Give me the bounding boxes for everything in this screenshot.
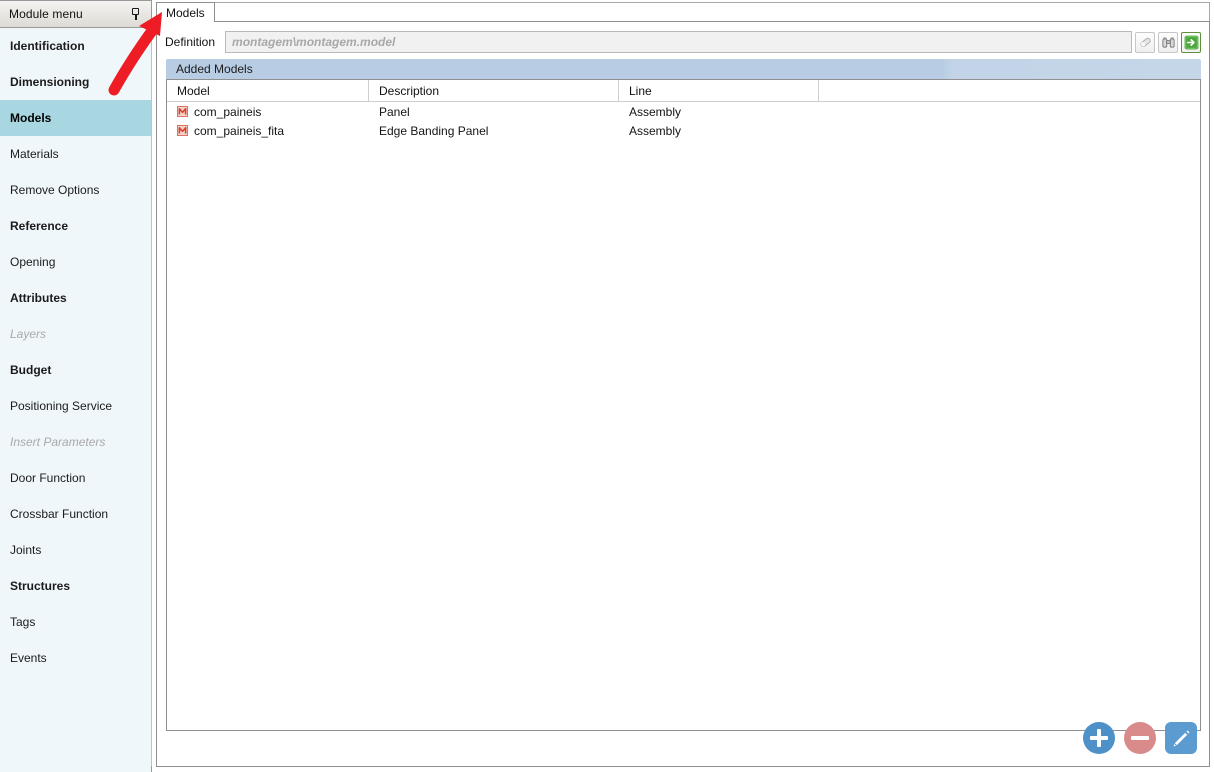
- sidebar-item-tags[interactable]: Tags: [0, 604, 151, 640]
- cell-model: com_paineis: [167, 102, 369, 121]
- column-header-model[interactable]: Model: [167, 80, 369, 101]
- added-models-title: Added Models: [176, 62, 253, 76]
- sidebar-item-label: Door Function: [10, 471, 86, 485]
- sidebar-item-label: Models: [10, 111, 52, 125]
- definition-label: Definition: [165, 35, 216, 49]
- cell-line: Assembly: [619, 102, 819, 121]
- sidebar-item-label: Events: [10, 651, 47, 665]
- models-panel: Definition montagem\montagem.model Added…: [156, 21, 1210, 767]
- main-content-pane: Models Definition montagem\montagem.mode…: [152, 0, 1214, 772]
- sidebar-item-label: Crossbar Function: [10, 507, 109, 521]
- binoculars-icon-button[interactable]: [1158, 31, 1178, 53]
- sidebar-item-label: Reference: [10, 219, 69, 233]
- sidebar-item-label: Tags: [10, 615, 36, 629]
- model-m-icon: [177, 125, 188, 136]
- cell-description: Panel: [369, 102, 619, 121]
- pin-icon[interactable]: [130, 7, 142, 21]
- sidebar-item-label: Dimensioning: [10, 75, 90, 89]
- sidebar-item-positioning-service[interactable]: Positioning Service: [0, 388, 151, 424]
- sidebar-item-dimensioning[interactable]: Dimensioning: [0, 64, 151, 100]
- remove-button[interactable]: [1124, 722, 1156, 754]
- sidebar-item-budget[interactable]: Budget: [0, 352, 151, 388]
- sidebar-item-materials[interactable]: Materials: [0, 136, 151, 172]
- sidebar-item-identification[interactable]: Identification: [0, 28, 151, 64]
- sidebar-item-label: Materials: [10, 147, 59, 161]
- cell-model-text: com_paineis_fita: [194, 123, 285, 138]
- eraser-icon-button[interactable]: [1135, 31, 1155, 53]
- table-body: com_paineis Panel Assembly com_paineis_fita…: [167, 102, 1200, 140]
- sidebar-item-label: Identification: [10, 39, 85, 53]
- definition-input[interactable]: [225, 31, 1132, 53]
- column-header-filler: [819, 80, 1200, 101]
- add-button[interactable]: [1083, 722, 1115, 754]
- edit-button[interactable]: [1165, 722, 1197, 754]
- table-row[interactable]: com_paineis Panel Assembly: [167, 102, 1200, 121]
- cell-filler: [819, 121, 1200, 140]
- tab-strip-empty-area: [213, 2, 1210, 22]
- green-arrow-icon-button[interactable]: [1181, 31, 1201, 53]
- sidebar-item-models[interactable]: Models: [0, 100, 151, 136]
- sidebar-item-label: Opening: [10, 255, 56, 269]
- sidebar-item-joints[interactable]: Joints: [0, 532, 151, 568]
- sidebar-item-remove-options[interactable]: Remove Options: [0, 172, 151, 208]
- sidebar-title: Module menu: [9, 7, 83, 21]
- tab-models[interactable]: Models: [156, 2, 215, 22]
- table-header-row: Model Description Line: [167, 80, 1200, 102]
- tab-strip: Models: [156, 2, 1210, 22]
- cell-model-text: com_paineis: [194, 104, 262, 119]
- sidebar-item-label: Remove Options: [10, 183, 100, 197]
- added-models-table: Model Description Line com_paineis Panel A…: [166, 79, 1201, 731]
- action-button-group: [1083, 722, 1197, 754]
- sidebar-item-label: Structures: [10, 579, 71, 593]
- cell-description-text: Edge Banding Panel: [379, 123, 489, 138]
- sidebar-item-label: Layers: [10, 327, 47, 341]
- sidebar-item-label: Insert Parameters: [10, 435, 106, 449]
- sidebar-item-label: Attributes: [10, 291, 67, 305]
- definition-row: Definition: [165, 30, 1201, 54]
- tab-models-label: Models: [166, 5, 205, 20]
- sidebar-item-insert-parameters[interactable]: Insert Parameters: [0, 424, 151, 460]
- sidebar-item-opening[interactable]: Opening: [0, 244, 151, 280]
- pencil-icon: [1173, 730, 1190, 747]
- green-arrow-icon: [1184, 35, 1199, 49]
- sidebar-item-label: Budget: [10, 363, 52, 377]
- column-header-description[interactable]: Description: [369, 80, 619, 101]
- sidebar-item-crossbar-function[interactable]: Crossbar Function: [0, 496, 151, 532]
- sidebar-item-structures[interactable]: Structures: [0, 568, 151, 604]
- eraser-icon: [1140, 37, 1151, 47]
- module-menu-sidebar: Module menu Identification Dimensioning Mo…: [0, 0, 152, 772]
- cell-filler: [819, 102, 1200, 121]
- added-models-section-header: Added Models: [166, 59, 1201, 79]
- sidebar-item-door-function[interactable]: Door Function: [0, 460, 151, 496]
- cell-description-text: Panel: [379, 104, 410, 119]
- cell-line-text: Assembly: [629, 123, 682, 138]
- column-header-line[interactable]: Line: [619, 80, 819, 101]
- binoculars-icon: [1162, 36, 1175, 48]
- cell-model: com_paineis_fita: [167, 121, 369, 140]
- sidebar-item-attributes[interactable]: Attributes: [0, 280, 151, 316]
- sidebar-item-label: Positioning Service: [10, 399, 113, 413]
- cell-line-text: Assembly: [629, 104, 682, 119]
- sidebar-nav-list: Identification Dimensioning Models Material…: [0, 28, 152, 766]
- cell-line: Assembly: [619, 121, 819, 140]
- sidebar-item-events[interactable]: Events: [0, 640, 151, 676]
- model-m-icon: [177, 106, 188, 117]
- sidebar-item-layers[interactable]: Layers: [0, 316, 151, 352]
- sidebar-header: Module menu: [0, 0, 152, 28]
- table-row[interactable]: com_paineis_fita Edge Banding Panel Assemb…: [167, 121, 1200, 140]
- cell-description: Edge Banding Panel: [369, 121, 619, 140]
- sidebar-item-reference[interactable]: Reference: [0, 208, 151, 244]
- sidebar-item-label: Joints: [10, 543, 42, 557]
